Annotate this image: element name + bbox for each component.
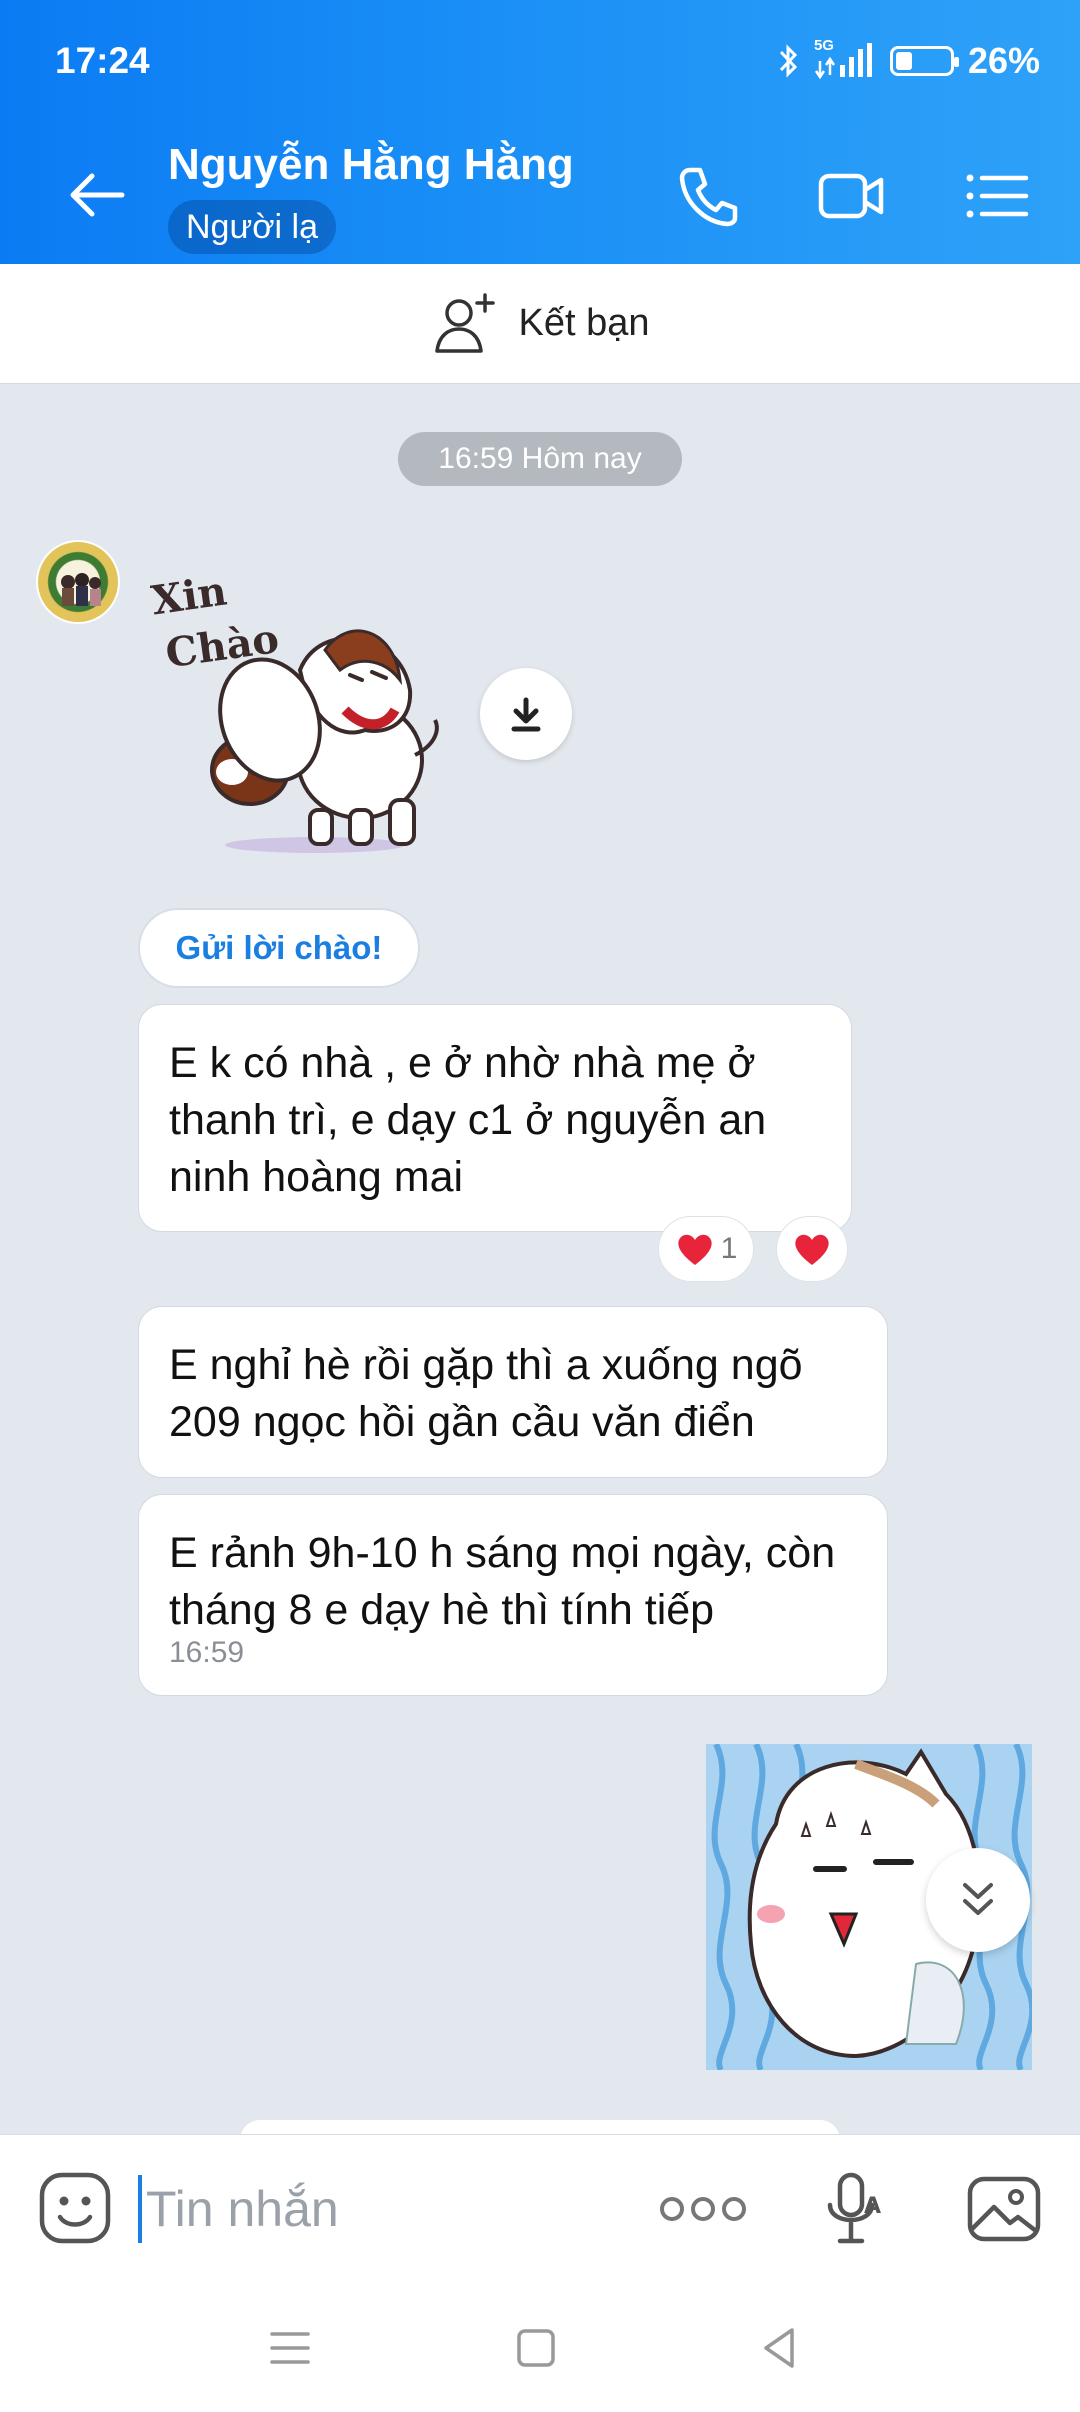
emoji-icon[interactable] bbox=[38, 2171, 112, 2245]
hello-dog-sticker[interactable]: Xin Chào bbox=[150, 560, 450, 860]
react-button[interactable] bbox=[776, 1216, 848, 1282]
message-time: 16:59 bbox=[169, 1636, 245, 1669]
download-button[interactable] bbox=[480, 668, 572, 760]
message-text: E rảnh 9h-10 h sáng mọi ngày, còn tháng … bbox=[169, 1529, 836, 1634]
battery-level: 26% bbox=[967, 40, 1040, 81]
message-bubble[interactable]: E rảnh 9h-10 h sáng mọi ngày, còn tháng … bbox=[138, 1494, 888, 1696]
text-caret bbox=[138, 2175, 142, 2243]
avatar[interactable] bbox=[36, 540, 120, 624]
contact-name[interactable]: Nguyễn Hằng Hằng bbox=[168, 140, 574, 190]
message-bubble[interactable]: E k có nhà , e ở nhờ nhà mẹ ở thanh trì,… bbox=[138, 1004, 852, 1232]
scroll-to-bottom-button[interactable] bbox=[926, 1848, 1030, 1952]
reaction-count: 1 bbox=[720, 1232, 738, 1265]
signal-icon: 5G bbox=[814, 37, 876, 81]
more-options-icon[interactable] bbox=[660, 2179, 746, 2239]
back-triangle-icon[interactable] bbox=[750, 2318, 810, 2378]
heart-icon bbox=[678, 1234, 712, 1265]
system-navigation-bar bbox=[0, 2284, 1080, 2412]
svg-text:A: A bbox=[864, 2194, 881, 2219]
back-arrow-icon[interactable] bbox=[62, 160, 132, 230]
image-gallery-icon[interactable] bbox=[966, 2171, 1042, 2247]
bluetooth-icon bbox=[779, 44, 798, 78]
status-bar: 17:24 5G 26% bbox=[55, 36, 1040, 86]
send-greeting-button[interactable]: Gửi lời chào! bbox=[138, 908, 420, 988]
status-icons: 5G 26% bbox=[778, 37, 1040, 82]
add-person-icon bbox=[434, 292, 495, 353]
stranger-badge: Người lạ bbox=[168, 200, 336, 254]
sticker-text: Xin bbox=[150, 567, 230, 624]
home-icon[interactable] bbox=[506, 2318, 566, 2378]
reaction-summary[interactable]: 1 bbox=[658, 1216, 754, 1282]
time-chip: 16:59 Hôm nay bbox=[398, 432, 682, 486]
voice-to-text-mic-icon[interactable]: A bbox=[820, 2169, 892, 2249]
video-call-icon[interactable] bbox=[815, 160, 887, 232]
add-friend-label: Kết bạn bbox=[518, 302, 650, 344]
message-bubble[interactable]: E nghỉ hè rồi gặp thì a xuống ngõ 209 ng… bbox=[138, 1306, 888, 1478]
message-text: E nghỉ hè rồi gặp thì a xuống ngõ 209 ng… bbox=[169, 1341, 803, 1446]
heart-icon bbox=[795, 1234, 829, 1265]
message-input[interactable] bbox=[146, 2171, 626, 2247]
download-icon bbox=[511, 697, 541, 732]
phone-icon[interactable] bbox=[672, 160, 744, 232]
add-friend-bar[interactable]: Kết bạn bbox=[0, 264, 1080, 384]
app-bar: Nguyễn Hằng Hằng Người lạ bbox=[0, 130, 1080, 260]
chat-header: 17:24 5G 26% Nguyễn Hằng Hằng Người lạ bbox=[0, 0, 1080, 264]
battery-icon bbox=[889, 46, 959, 76]
message-input-bar: A bbox=[0, 2134, 1080, 2284]
message-text: E k có nhà , e ở nhờ nhà mẹ ở thanh trì,… bbox=[169, 1039, 767, 1201]
status-time: 17:24 bbox=[55, 40, 150, 81]
recent-apps-icon[interactable] bbox=[260, 2318, 320, 2378]
menu-list-icon[interactable] bbox=[960, 160, 1032, 232]
double-chevron-down-icon bbox=[963, 1883, 993, 1915]
